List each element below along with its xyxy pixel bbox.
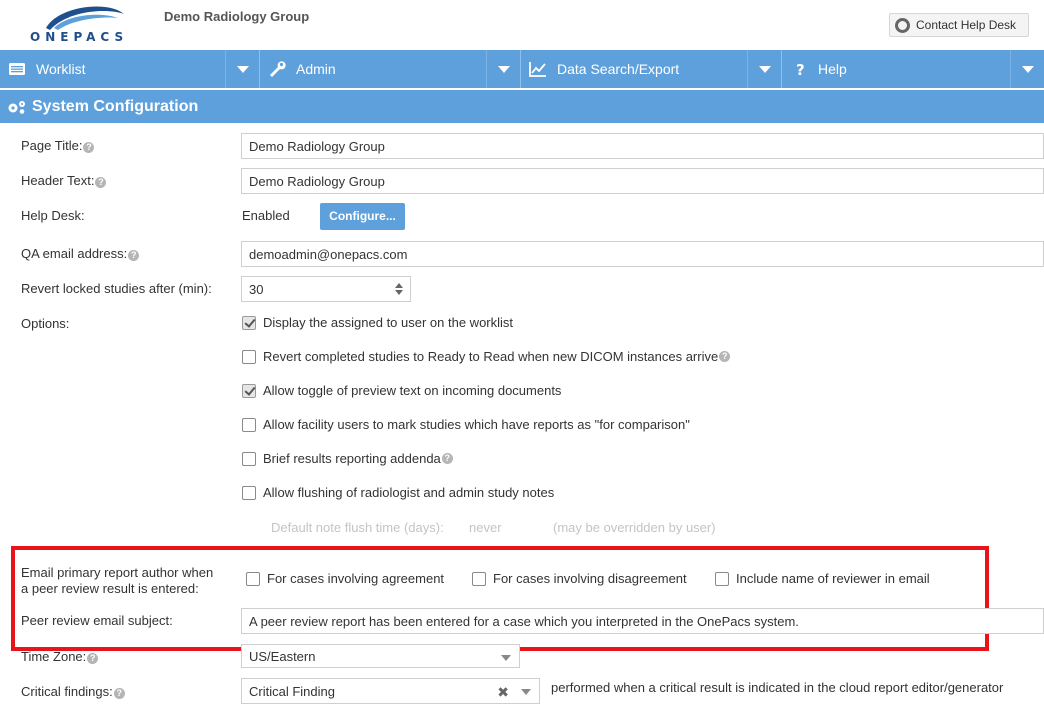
email-option-label: Include name of reviewer in email xyxy=(736,571,930,586)
nav-admin[interactable]: Admin xyxy=(260,50,521,88)
email-author-label: Email primary report author when a peer … xyxy=(21,565,214,596)
email-option-checkbox[interactable] xyxy=(715,571,729,586)
email-reviewer-name-option[interactable]: Include name of reviewer in email xyxy=(715,571,930,586)
app-header: ONEPACS Demo Radiology Group Contact Hel… xyxy=(0,0,1044,50)
options-label: Options: xyxy=(21,316,70,331)
lifebuoy-icon xyxy=(895,17,910,33)
wrench-icon xyxy=(270,61,286,77)
help-icon[interactable]: ? xyxy=(719,351,731,362)
chevron-down-icon xyxy=(501,655,511,661)
nav-help-label: Help xyxy=(818,61,847,77)
help-desk-status: Enabled xyxy=(242,208,290,223)
header-text-label: Header Text:? xyxy=(21,173,107,188)
nav-data-search-export[interactable]: Data Search/Export xyxy=(521,50,782,88)
chevron-down-icon[interactable] xyxy=(521,689,531,695)
question-icon: ? xyxy=(796,61,805,78)
help-icon: ? xyxy=(95,177,107,188)
gears-icon xyxy=(8,101,25,114)
qa-email-label: QA email address:? xyxy=(21,246,140,261)
option-label: Revert completed studies to Ready to Rea… xyxy=(263,349,719,364)
email-option-checkbox[interactable] xyxy=(246,571,260,586)
nav-worklist-label: Worklist xyxy=(36,61,86,77)
option-label: Allow facility users to mark studies whi… xyxy=(263,417,690,432)
flush-time-note: (may be overridden by user) xyxy=(553,520,716,535)
revert-locked-stepper[interactable]: 30 xyxy=(241,276,411,302)
nav-admin-label: Admin xyxy=(296,61,336,77)
option-label: Display the assigned to user on the work… xyxy=(263,315,514,330)
revert-locked-value: 30 xyxy=(249,282,264,297)
clear-icon[interactable]: ✖ xyxy=(497,684,509,701)
option-checkbox[interactable] xyxy=(242,451,256,466)
page-title-label: Page Title:? xyxy=(21,138,95,153)
nav-worklist-dropdown[interactable] xyxy=(225,50,259,88)
option-allow-flushing[interactable]: Allow flushing of radiologist and admin … xyxy=(242,485,554,500)
option-brief-results[interactable]: Brief results reporting addenda? xyxy=(242,451,453,466)
contact-help-desk-label: Contact Help Desk xyxy=(916,18,1017,32)
nav-data-search-export-label: Data Search/Export xyxy=(557,61,680,77)
configure-help-desk-button[interactable]: Configure... xyxy=(320,203,405,230)
critical-findings-select[interactable]: Critical Finding ✖ xyxy=(241,678,540,704)
nav-help[interactable]: ? Help xyxy=(782,50,1044,88)
option-checkbox[interactable] xyxy=(242,485,256,500)
help-icon: ? xyxy=(128,250,140,261)
critical-findings-value: Critical Finding xyxy=(249,684,335,699)
email-disagreement-option[interactable]: For cases involving disagreement xyxy=(472,571,687,586)
section-header: System Configuration xyxy=(0,90,1044,123)
timezone-select[interactable]: US/Eastern xyxy=(241,644,520,668)
email-option-label: For cases involving disagreement xyxy=(493,571,687,586)
highlight-box xyxy=(11,546,989,651)
option-label: Allow toggle of preview text on incoming… xyxy=(263,383,562,398)
worklist-icon xyxy=(9,63,25,75)
option-display-assigned[interactable]: Display the assigned to user on the work… xyxy=(242,315,513,330)
option-label: Brief results reporting addenda xyxy=(263,451,441,466)
critical-findings-note: performed when a critical result is indi… xyxy=(551,680,1004,695)
logo-text: ONEPACS xyxy=(30,30,129,44)
help-desk-label: Help Desk: xyxy=(21,208,85,223)
timezone-value: US/Eastern xyxy=(249,649,316,664)
email-option-checkbox[interactable] xyxy=(472,571,486,586)
option-checkbox[interactable] xyxy=(242,383,256,398)
option-label: Allow flushing of radiologist and admin … xyxy=(263,485,555,500)
timezone-label: Time Zone:? xyxy=(21,649,99,664)
help-icon: ? xyxy=(87,653,99,664)
stepper-arrows-icon[interactable] xyxy=(395,283,404,295)
option-checkbox[interactable] xyxy=(242,349,256,364)
line-chart-icon xyxy=(529,62,546,77)
main-nav: Worklist Admin Data Search/Export ? Help xyxy=(0,50,1044,88)
revert-locked-label: Revert locked studies after (min): xyxy=(21,281,212,296)
help-icon: ? xyxy=(83,142,95,153)
help-icon[interactable]: ? xyxy=(441,453,453,464)
page-title-input[interactable]: Demo Radiology Group xyxy=(241,133,1044,159)
help-icon: ? xyxy=(113,688,125,699)
flush-time-value: never xyxy=(469,520,502,535)
nav-worklist[interactable]: Worklist xyxy=(0,50,260,88)
qa-email-input[interactable]: demoadmin@onepacs.com xyxy=(241,241,1044,267)
option-allow-toggle-preview[interactable]: Allow toggle of preview text on incoming… xyxy=(242,383,561,398)
contact-help-desk-button[interactable]: Contact Help Desk xyxy=(889,13,1029,37)
nav-data-search-export-dropdown[interactable] xyxy=(747,50,781,88)
svg-text:?: ? xyxy=(796,61,805,78)
option-for-comparison[interactable]: Allow facility users to mark studies whi… xyxy=(242,417,690,432)
nav-help-dropdown[interactable] xyxy=(1010,50,1044,88)
critical-findings-label: Critical findings:? xyxy=(21,684,125,699)
section-title: System Configuration xyxy=(32,97,199,115)
option-checkbox[interactable] xyxy=(242,417,256,432)
option-checkbox[interactable] xyxy=(242,315,256,330)
email-option-label: For cases involving agreement xyxy=(267,571,445,586)
nav-admin-dropdown[interactable] xyxy=(486,50,520,88)
peer-subject-label: Peer review email subject: xyxy=(21,613,173,628)
header-text-input[interactable]: Demo Radiology Group xyxy=(241,168,1044,194)
option-revert-completed[interactable]: Revert completed studies to Ready to Rea… xyxy=(242,349,731,364)
flush-time-label: Default note flush time (days): xyxy=(271,520,444,535)
email-agreement-option[interactable]: For cases involving agreement xyxy=(246,571,444,586)
peer-subject-input[interactable]: A peer review report has been entered fo… xyxy=(241,608,1044,634)
group-name: Demo Radiology Group xyxy=(164,9,310,24)
